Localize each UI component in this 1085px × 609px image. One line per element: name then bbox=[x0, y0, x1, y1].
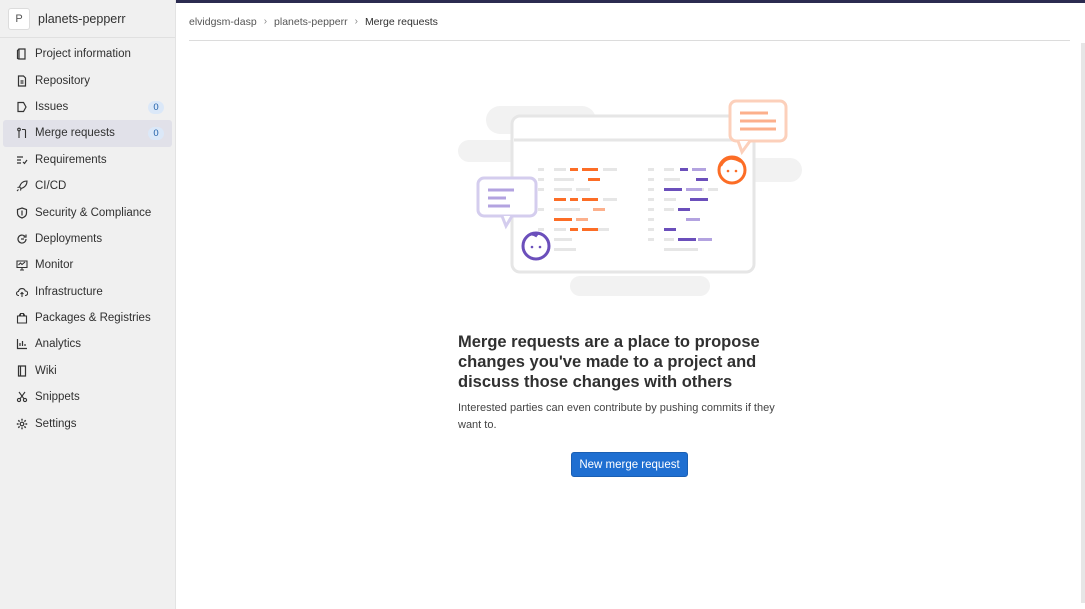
sidebar-item-label: Monitor bbox=[35, 259, 74, 272]
empty-state-title: Merge requests are a place to propose ch… bbox=[458, 333, 760, 391]
rocket-icon bbox=[16, 180, 28, 192]
merge-request-icon bbox=[16, 127, 28, 139]
breadcrumb-item-current[interactable]: Merge requests bbox=[365, 16, 438, 28]
sidebar-item-infrastructure[interactable]: Infrastructure bbox=[3, 279, 172, 305]
sidebar-item-security-compliance[interactable]: Security & Compliance bbox=[3, 199, 172, 225]
sidebar-item-label: Wiki bbox=[35, 364, 57, 377]
sidebar-item-label: Analytics bbox=[35, 338, 82, 351]
scrollbar[interactable] bbox=[1081, 43, 1085, 603]
requirements-icon bbox=[16, 154, 28, 166]
issues-count-badge: 0 bbox=[148, 100, 164, 114]
deployments-icon bbox=[16, 233, 28, 245]
merge-requests-count-badge: 0 bbox=[148, 127, 164, 141]
book-icon bbox=[16, 365, 28, 377]
sidebar-item-deployments[interactable]: Deployments bbox=[3, 226, 172, 252]
sidebar-item-merge-requests[interactable]: Merge requests 0 bbox=[3, 120, 172, 147]
new-merge-request-button[interactable]: New merge request bbox=[571, 452, 688, 477]
sidebar-item-issues[interactable]: Issues 0 bbox=[3, 94, 172, 120]
sidebar-item-label: Requirements bbox=[35, 153, 107, 166]
cloud-icon bbox=[16, 286, 28, 298]
sidebar-item-label: Merge requests bbox=[35, 127, 115, 140]
sidebar-item-repository[interactable]: Repository bbox=[3, 67, 172, 93]
sidebar-item-label: Security & Compliance bbox=[35, 206, 152, 219]
sidebar-item-label: CI/CD bbox=[35, 180, 67, 193]
sidebar-item-label: Project information bbox=[35, 48, 131, 61]
sidebar-item-label: Deployments bbox=[35, 232, 103, 245]
chart-icon bbox=[16, 338, 28, 350]
sidebar-item-ci-cd[interactable]: CI/CD bbox=[3, 173, 172, 199]
gear-icon bbox=[16, 418, 28, 430]
sidebar-item-analytics[interactable]: Analytics bbox=[3, 331, 172, 357]
sidebar-item-monitor[interactable]: Monitor bbox=[3, 252, 172, 278]
project-sidebar: P planets-pepperr Project information Re… bbox=[0, 0, 176, 609]
sidebar-item-wiki[interactable]: Wiki bbox=[3, 358, 172, 384]
sidebar-item-requirements[interactable]: Requirements bbox=[3, 147, 172, 173]
sidebar-item-label: Issues bbox=[35, 100, 69, 113]
project-avatar: P bbox=[8, 7, 30, 30]
sidebar-item-label: Settings bbox=[35, 417, 77, 430]
breadcrumb-separator: › bbox=[354, 16, 358, 27]
sidebar-item-label: Infrastructure bbox=[35, 285, 103, 298]
breadcrumb-item-project[interactable]: planets-pepperr bbox=[274, 16, 348, 28]
sidebar-item-settings[interactable]: Settings bbox=[3, 410, 172, 436]
main-content: elvidgsm-dasp › planets-pepperr › Merge … bbox=[176, 3, 1085, 609]
issues-icon bbox=[16, 101, 28, 113]
sidebar-item-label: Repository bbox=[35, 74, 90, 87]
project-header[interactable]: P planets-pepperr bbox=[0, 0, 175, 38]
sidebar-item-packages-registries[interactable]: Packages & Registries bbox=[3, 305, 172, 331]
breadcrumb-item-group[interactable]: elvidgsm-dasp bbox=[189, 16, 257, 28]
sidebar-item-project-information[interactable]: Project information bbox=[3, 41, 172, 67]
project-info-icon bbox=[16, 48, 28, 60]
sidebar-item-label: Snippets bbox=[35, 391, 80, 404]
breadcrumb: elvidgsm-dasp › planets-pepperr › Merge … bbox=[189, 3, 1070, 41]
repository-icon bbox=[16, 74, 28, 87]
shield-icon bbox=[16, 206, 28, 219]
merge-requests-illustration bbox=[458, 99, 802, 296]
scissors-icon bbox=[16, 391, 28, 403]
breadcrumb-separator: › bbox=[263, 16, 268, 27]
empty-state-description: Interested parties can even contribute b… bbox=[458, 402, 775, 431]
package-icon bbox=[16, 312, 28, 324]
sidebar-item-label: Packages & Registries bbox=[35, 312, 151, 325]
project-name: planets-pepperr bbox=[38, 11, 126, 26]
monitor-icon bbox=[16, 259, 28, 271]
sidebar-item-snippets[interactable]: Snippets bbox=[3, 384, 172, 410]
